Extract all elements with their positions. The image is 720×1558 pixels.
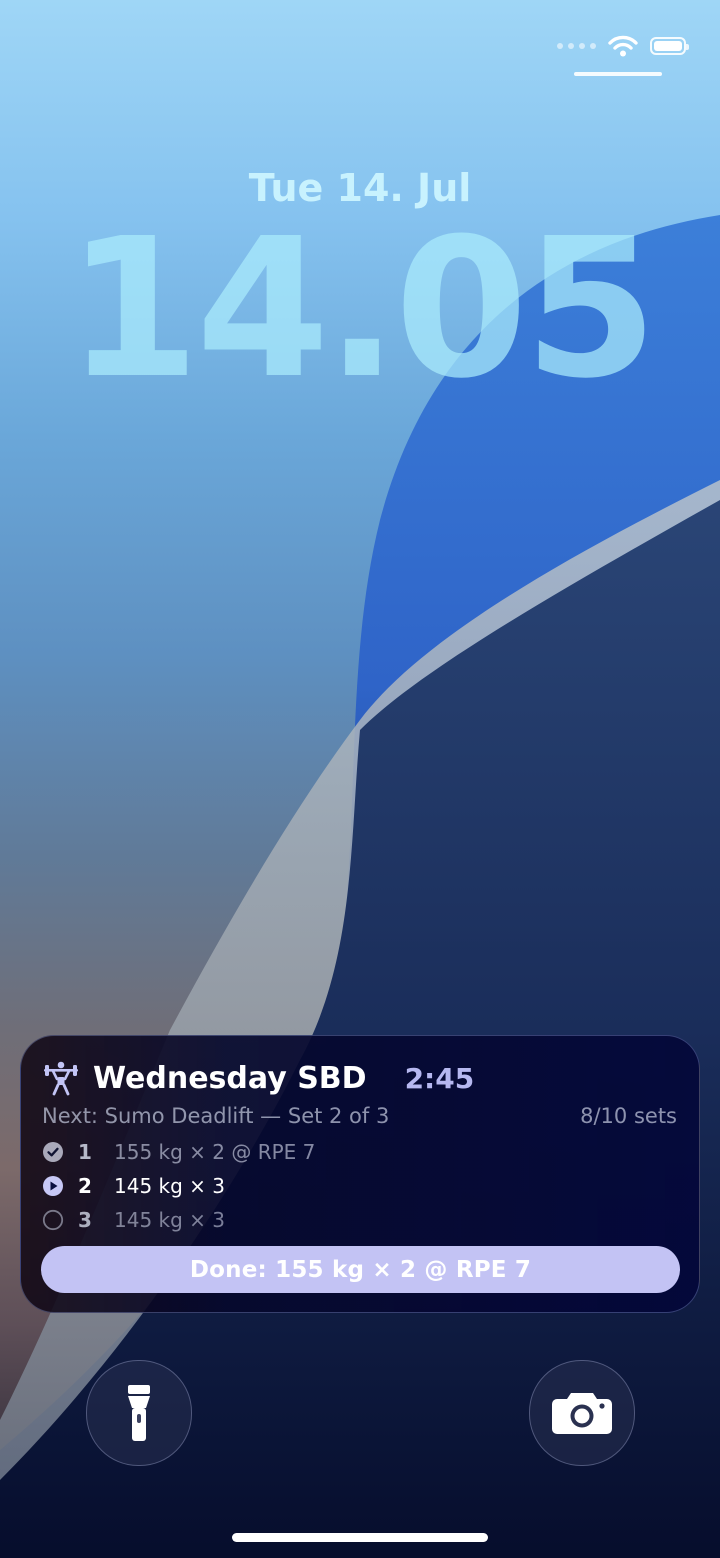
workout-live-activity[interactable]: Wednesday SBD 2:45 Next: Sumo Deadlift —… [20,1035,700,1313]
weightlifter-icon [44,1061,78,1096]
next-exercise-label: Next: Sumo Deadlift — Set 2 of 3 [42,1104,390,1128]
set-number: 2 [78,1174,92,1198]
set-row: 2 145 kg × 3 [42,1172,225,1200]
play-circle-icon [43,1176,63,1196]
set-row: 3 145 kg × 3 [42,1206,225,1234]
set-number: 3 [78,1208,92,1232]
set-row: 1 155 kg × 2 @ RPE 7 [42,1138,315,1166]
battery-full-icon [650,37,689,55]
rest-timer: 2:45 [404,1061,475,1095]
lock-screen-time: 14.05 [66,198,657,421]
activity-header: Wednesday SBD 2:45 [43,1056,474,1100]
camera-button[interactable] [529,1360,635,1466]
status-indicator-line [574,72,662,76]
home-indicator[interactable] [232,1533,488,1542]
empty-circle-icon [42,1209,64,1231]
lock-screen: Tue 14. Jul 14.05 Wednesday SBD 2:45 Nex… [0,0,720,1558]
done-set-button[interactable]: Done: 155 kg × 2 @ RPE 7 [41,1246,680,1293]
wifi-icon [608,35,638,57]
cellular-dots-icon [557,43,596,49]
checkmark-circle-icon [43,1142,63,1162]
flashlight-icon [128,1385,150,1441]
set-detail: 155 kg × 2 @ RPE 7 [114,1140,316,1164]
set-detail: 145 kg × 3 [114,1174,226,1198]
workout-title: Wednesday SBD [93,1060,367,1096]
set-number: 1 [78,1140,92,1164]
sets-progress-count: 8/10 sets [580,1104,677,1128]
status-bar [557,32,689,60]
flashlight-button[interactable] [86,1360,192,1466]
camera-icon [552,1393,612,1434]
set-detail: 145 kg × 3 [114,1208,226,1232]
